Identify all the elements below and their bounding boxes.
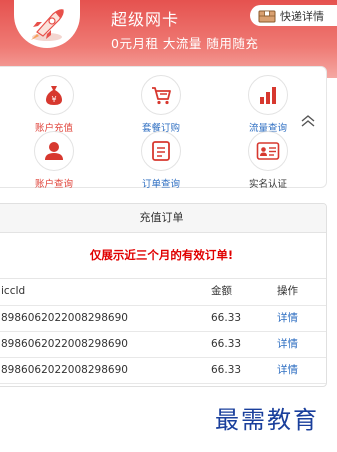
watermark-text: 最需教育: [215, 406, 319, 434]
menu-item-real-name[interactable]: 实名认证: [228, 131, 308, 190]
row-amount: 66.33: [211, 364, 242, 376]
shopping-cart-icon: [152, 87, 171, 105]
row-iccid: 8986062022008298690: [1, 338, 128, 350]
row-details-link[interactable]: 详情: [277, 358, 298, 383]
collapse-menu-button[interactable]: [300, 113, 316, 132]
column-header-amount: 金额: [211, 285, 232, 297]
order-list-icon: [152, 141, 170, 161]
money-bag-icon: ¥: [46, 86, 62, 105]
row-iccid: 8986062022008298690: [1, 364, 128, 376]
app-title: 超级网卡: [111, 10, 180, 29]
orders-notice: 仅展示近三个月的有效订单!: [0, 237, 326, 279]
column-header-iccid: iccId: [1, 285, 26, 297]
function-menu: ¥ 账户充值 套餐订购 流量查询 账户查询 订单查询 实名认证: [0, 66, 327, 190]
column-header-action: 操作: [277, 285, 298, 297]
table-header: iccId 金额 操作: [0, 279, 326, 306]
menu-label-real-name: 实名认证: [248, 179, 287, 190]
package-icon: [258, 9, 276, 23]
delivery-details-label: 快递详情: [280, 9, 324, 23]
user-icon: [45, 142, 63, 160]
delivery-details-button[interactable]: 快递详情: [250, 5, 337, 26]
menu-item-account[interactable]: 账户查询: [14, 131, 94, 190]
menu-label-order-query: 订单查询: [141, 179, 180, 190]
row-amount: 66.33: [211, 312, 242, 324]
app-logo: [14, 0, 80, 48]
row-details-link[interactable]: 详情: [277, 306, 298, 331]
table-row: 8986062022008298690 66.33 详情: [0, 332, 326, 358]
rocket-icon: [31, 9, 64, 41]
menu-item-data-usage[interactable]: 流量查询: [228, 75, 308, 134]
menu-item-recharge[interactable]: ¥ 账户充值: [14, 75, 94, 134]
row-iccid: 8986062022008298690: [1, 312, 128, 324]
svg-text:¥: ¥: [51, 95, 56, 104]
app-subtitle: 0元月租 大流量 随用随充: [111, 36, 259, 51]
bar-chart-icon: [260, 87, 276, 104]
id-card-icon: [256, 142, 280, 160]
row-details-link[interactable]: 详情: [277, 332, 298, 357]
menu-item-order-query[interactable]: 订单查询: [121, 131, 201, 190]
table-row: 8986062022008298690 66.33 详情: [0, 306, 326, 332]
chevron-up-double-icon: [301, 115, 315, 127]
row-amount: 66.33: [211, 338, 242, 350]
orders-title: 充值订单: [0, 204, 326, 233]
menu-item-package-order[interactable]: 套餐订购: [121, 75, 201, 134]
table-row: 8986062022008298690 66.33 详情: [0, 358, 326, 384]
recharge-orders-panel: 充值订单 仅展示近三个月的有效订单! iccId 金额 操作 898606202…: [0, 203, 327, 387]
menu-label-account: 账户查询: [34, 179, 73, 190]
